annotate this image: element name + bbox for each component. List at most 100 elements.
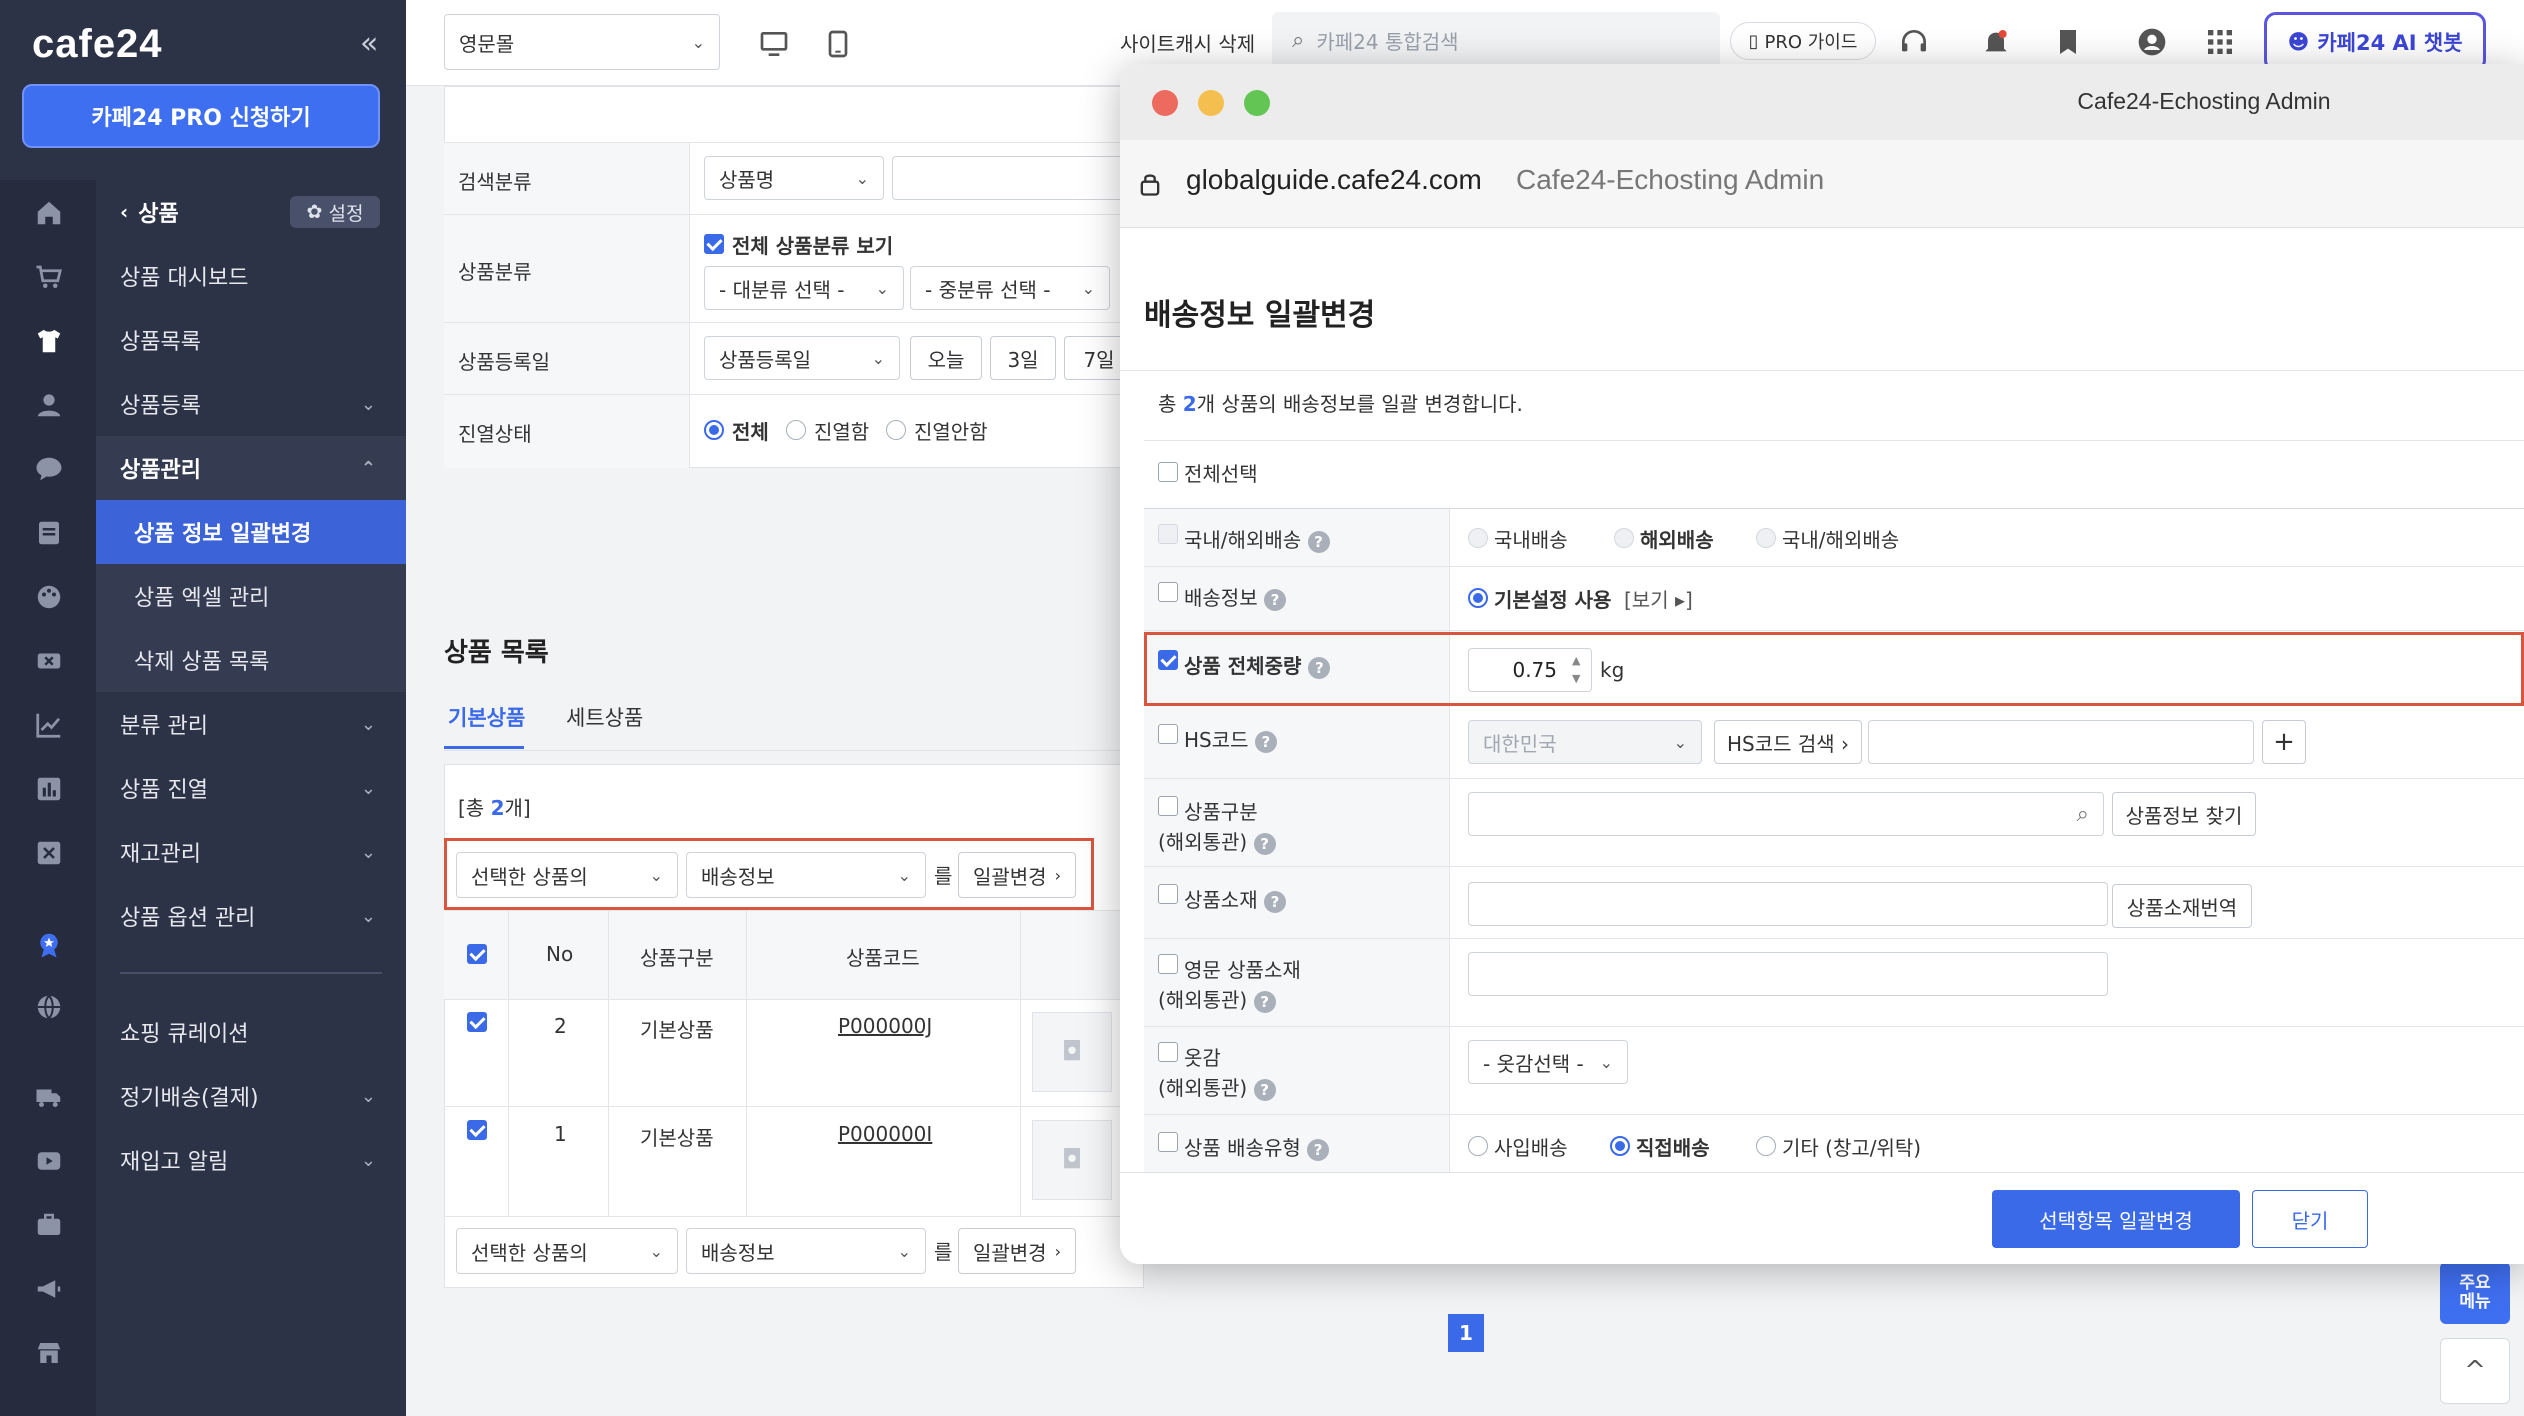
- megaphone-icon[interactable]: [32, 1272, 66, 1306]
- hs-code-search-button[interactable]: HS코드 검색 ›: [1714, 720, 1862, 764]
- menu-curation[interactable]: 쇼핑 큐레이션: [96, 1000, 406, 1064]
- page-1[interactable]: 1: [1448, 1314, 1484, 1352]
- other-delivery-radio[interactable]: [1756, 1136, 1776, 1156]
- help-icon[interactable]: ?: [1308, 657, 1331, 679]
- pro-guide-button[interactable]: ▯ PRO 가이드: [1730, 22, 1876, 60]
- material-checkbox[interactable]: [1158, 884, 1178, 904]
- menu-bulk-edit[interactable]: 상품 정보 일괄변경: [96, 500, 406, 564]
- product-type-checkbox[interactable]: [1158, 796, 1178, 816]
- hs-code-input[interactable]: [1868, 720, 2254, 764]
- menu-product-display[interactable]: 상품 진열 ⌄: [96, 756, 406, 820]
- display-all-radio[interactable]: [704, 420, 724, 440]
- bulk-change-button[interactable]: 일괄변경 ›: [958, 852, 1076, 898]
- palette-icon[interactable]: [32, 580, 66, 614]
- hs-code-checkbox[interactable]: [1158, 724, 1178, 744]
- material-input[interactable]: [1468, 882, 2108, 926]
- select-all-rows-checkbox[interactable]: [467, 944, 487, 964]
- menu-product-manage[interactable]: 상품관리 ⌃: [96, 436, 406, 500]
- shirt-icon[interactable]: [32, 324, 66, 358]
- help-icon[interactable]: ?: [1307, 531, 1330, 553]
- settings-button[interactable]: ✿ 설정: [290, 196, 380, 228]
- help-icon[interactable]: ?: [1253, 1079, 1276, 1101]
- fabric-checkbox[interactable]: [1158, 1042, 1178, 1062]
- badge-icon[interactable]: [32, 928, 66, 962]
- site-cache-delete[interactable]: 사이트캐시 삭제: [1120, 28, 1255, 57]
- home-icon[interactable]: [32, 196, 66, 230]
- global-search-input[interactable]: ⌕ 카페24 통합검색: [1272, 12, 1720, 68]
- menu-subscription[interactable]: 정기배송(결제) ⌄: [96, 1064, 406, 1128]
- shipping-info-checkbox[interactable]: [1158, 582, 1178, 602]
- tab-basic-products[interactable]: 기본상품: [448, 702, 525, 732]
- help-icon[interactable]: ?: [1253, 833, 1276, 855]
- domestic-overseas-radio[interactable]: [1756, 528, 1776, 548]
- briefcase-icon[interactable]: [32, 1208, 66, 1242]
- help-icon[interactable]: ?: [1254, 731, 1277, 753]
- chat-icon[interactable]: [32, 452, 66, 486]
- scroll-top-button[interactable]: ^: [2440, 1338, 2510, 1404]
- display-on-radio[interactable]: [786, 420, 806, 440]
- chart-line-icon[interactable]: [32, 708, 66, 742]
- product-thumbnail[interactable]: ◘: [1032, 1120, 1112, 1200]
- en-material-input[interactable]: [1468, 952, 2108, 996]
- weight-stepper[interactable]: ▲ ▼: [1572, 652, 1580, 688]
- pro-apply-button[interactable]: 카페24 PRO 신청하기: [22, 84, 380, 148]
- direct-delivery-radio[interactable]: [1610, 1136, 1630, 1156]
- excel-icon[interactable]: [32, 836, 66, 870]
- all-category-checkbox[interactable]: [704, 234, 724, 254]
- domestic-radio[interactable]: [1468, 528, 1488, 548]
- apps-grid-icon[interactable]: [2200, 22, 2240, 62]
- account-icon[interactable]: [2132, 22, 2172, 62]
- delivery-type-checkbox[interactable]: [1158, 1132, 1178, 1152]
- row-checkbox[interactable]: [467, 1012, 487, 1032]
- row-code-link[interactable]: P000000I: [838, 1122, 932, 1146]
- total-weight-checkbox[interactable]: [1158, 650, 1178, 670]
- desktop-icon[interactable]: [754, 24, 794, 64]
- translate-material-button[interactable]: 상품소재번역: [2112, 884, 2252, 928]
- purchase-delivery-radio[interactable]: [1468, 1136, 1488, 1156]
- video-icon[interactable]: [32, 1144, 66, 1178]
- mobile-icon[interactable]: [818, 24, 858, 64]
- headset-icon[interactable]: [1894, 22, 1934, 62]
- menu-product-dashboard[interactable]: 상품 대시보드: [96, 244, 406, 308]
- menu-option-manage[interactable]: 상품 옵션 관리 ⌄: [96, 884, 406, 948]
- shop-select[interactable]: 영문몰 ⌄: [444, 14, 720, 70]
- tab-set-products[interactable]: 세트상품: [566, 702, 643, 732]
- fabric-select[interactable]: - 옷감선택 - ⌄: [1468, 1040, 1628, 1084]
- hs-country-select[interactable]: 대한민국 ⌄: [1468, 720, 1702, 764]
- globe-icon[interactable]: [32, 990, 66, 1024]
- major-category-select[interactable]: - 대분류 선택 - ⌄: [704, 266, 904, 310]
- search-keyword-input[interactable]: [892, 156, 1144, 200]
- menu-category-manage[interactable]: 분류 관리 ⌄: [96, 692, 406, 756]
- register-date-select[interactable]: 상품등록일 ⌄: [704, 336, 900, 380]
- apply-bulk-change-button[interactable]: 선택항목 일괄변경: [1992, 1190, 2240, 1248]
- row-checkbox[interactable]: [467, 1120, 487, 1140]
- coupon-icon[interactable]: [32, 644, 66, 678]
- bookmark-icon[interactable]: [2048, 22, 2088, 62]
- url-domain[interactable]: globalguide.cafe24.com: [1186, 164, 1482, 196]
- menu-product-list[interactable]: 상품목록: [96, 308, 406, 372]
- help-icon[interactable]: ?: [1263, 589, 1286, 611]
- store-icon[interactable]: [32, 1336, 66, 1370]
- bulk-field-select-bottom[interactable]: 배송정보 ⌄: [686, 1228, 926, 1274]
- menu-restock-alert[interactable]: 재입고 알림 ⌄: [96, 1128, 406, 1192]
- menu-excel-manage[interactable]: 상품 엑셀 관리: [96, 564, 406, 628]
- bulk-field-select[interactable]: 배송정보 ⌄: [686, 852, 926, 898]
- bulk-target-select[interactable]: 선택한 상품의 ⌄: [456, 852, 678, 898]
- bar-chart-icon[interactable]: [32, 772, 66, 806]
- ai-chatbot-button[interactable]: ☻ 카페24 AI 챗봇: [2264, 12, 2486, 72]
- display-off-radio[interactable]: [886, 420, 906, 440]
- help-icon[interactable]: ?: [1307, 1139, 1330, 1161]
- menu-inventory[interactable]: 재고관리 ⌄: [96, 820, 406, 884]
- overseas-radio[interactable]: [1614, 528, 1634, 548]
- collapse-sidebar-icon[interactable]: «: [360, 26, 378, 61]
- user-icon[interactable]: [32, 388, 66, 422]
- en-material-checkbox[interactable]: [1158, 954, 1178, 974]
- help-icon[interactable]: ?: [1263, 891, 1286, 913]
- middle-category-select[interactable]: - 중분류 선택 - ⌄: [910, 266, 1110, 310]
- search-category-select[interactable]: 상품명 ⌄: [704, 156, 884, 200]
- document-icon[interactable]: [32, 516, 66, 550]
- product-type-input[interactable]: ⌕: [1468, 792, 2104, 836]
- bell-icon[interactable]: [1976, 22, 2016, 62]
- help-icon[interactable]: ?: [1253, 991, 1276, 1013]
- date-3d-button[interactable]: 3일: [990, 336, 1056, 380]
